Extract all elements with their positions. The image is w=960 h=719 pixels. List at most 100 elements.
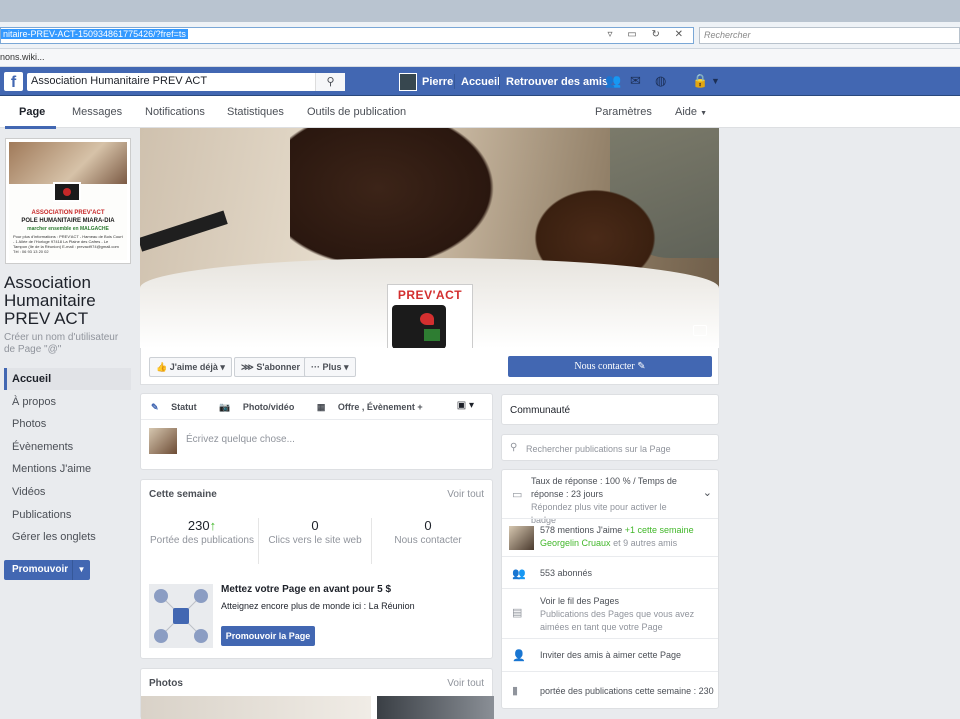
camera-icon: 📷 xyxy=(219,402,231,412)
composer-offer-tab[interactable]: ▦ Offre , Évènement + xyxy=(317,402,433,412)
rss-icon: ⋙ xyxy=(241,362,254,372)
find-friends-link[interactable]: Retrouver des amis xyxy=(506,76,608,88)
bookmark-item[interactable]: nons.wiki... xyxy=(0,52,45,62)
tab-page[interactable]: Page xyxy=(19,106,45,118)
profile-association-text: ASSOCIATION PREV'ACT xyxy=(31,210,105,216)
post-as-selector-icon[interactable]: ▣ ▾ xyxy=(457,400,474,411)
followers-text: 553 abonnés xyxy=(540,568,593,578)
search-icon[interactable]: ⚲ xyxy=(315,73,345,91)
chevron-down-icon[interactable]: ⌄ xyxy=(703,486,712,499)
profile-tagline-text: marcher ensemble en MALGACHE xyxy=(27,226,109,232)
divider xyxy=(499,74,500,89)
cover-photo[interactable]: PREV'ACT xyxy=(140,128,719,348)
sidebar-item-likes[interactable]: Mentions J'aime xyxy=(4,458,131,480)
thumbs-up-icon: 👍 xyxy=(156,362,168,372)
promote-button[interactable]: Promouvoir ▼ xyxy=(4,560,90,580)
facebook-search[interactable]: ⚲ xyxy=(27,73,345,91)
sidebar-item-events[interactable]: Évènements xyxy=(4,436,131,458)
likes-row[interactable]: 578 mentions J'aime +1 cette semaine Geo… xyxy=(502,518,718,556)
this-week-see-all-link[interactable]: Voir tout xyxy=(447,489,484,500)
post-composer: ✎ Statut 📷 Photo/vidéo ▦ Offre , Évèneme… xyxy=(140,393,493,470)
profile-picture-image: ASSOCIATION PREV'ACT POLE HUMANITAIRE MI… xyxy=(9,142,127,260)
photos-see-all-link[interactable]: Voir tout xyxy=(447,678,484,689)
chevron-down-icon: ▾ xyxy=(220,362,225,372)
user-profile-link[interactable]: Pierre xyxy=(399,72,453,91)
speech-bubble-icon: ▭ xyxy=(512,489,523,501)
liker-name-link[interactable]: Georgelin Cruaux xyxy=(540,538,611,548)
like-button-label: J'aime déjà xyxy=(169,362,218,372)
promo-subtitle: Atteignez encore plus de monde ici : La … xyxy=(221,601,415,611)
promotion-network-icon xyxy=(149,584,213,648)
calendar-icon: ▦ xyxy=(316,402,326,412)
stat-reach[interactable]: 230↑ Portée des publications xyxy=(146,518,258,546)
composer-offer-label: Offre , Évènement + xyxy=(337,402,423,412)
facebook-logo-icon[interactable]: f xyxy=(4,72,23,91)
page-action-bar: 👍 J'aime déjà ▾ ⋙ S'abonner ··· Plus ▾ N… xyxy=(140,348,719,385)
pages-feed-row[interactable]: ▤ Voir le fil des Pages Publications des… xyxy=(502,588,718,638)
camera-icon[interactable] xyxy=(693,325,707,336)
community-title: Communauté xyxy=(510,405,571,416)
notifications-globe-icon[interactable]: ◍ xyxy=(655,73,666,89)
cover-logo-text: PREV'ACT xyxy=(397,288,463,302)
chevron-down-icon[interactable]: ▼ xyxy=(72,560,90,580)
tab-messages[interactable]: Messages xyxy=(72,106,122,118)
likes-count: 578 mentions J'aime xyxy=(540,525,623,535)
composer-input[interactable]: Écrivez quelque chose... xyxy=(186,434,295,445)
stat-reach-value: 230 xyxy=(187,518,210,533)
facebook-search-input[interactable] xyxy=(31,75,311,87)
home-link[interactable]: Accueil xyxy=(461,76,500,88)
preact-logo-icon xyxy=(392,305,446,348)
browser-search-field[interactable]: Rechercher xyxy=(699,27,960,44)
sidebar-item-posts[interactable]: Publications xyxy=(4,504,131,526)
contact-us-button[interactable]: Nous contacter ✎ xyxy=(508,356,712,377)
page-posts-search-placeholder: Rechercher publications sur la Page xyxy=(526,444,671,454)
stat-contacts[interactable]: 0 Nous contacter xyxy=(372,518,484,546)
sidebar-item-videos[interactable]: Vidéos xyxy=(4,481,131,503)
pencil-icon: ✎ xyxy=(151,402,159,412)
sidebar-item-home[interactable]: Accueil xyxy=(4,368,131,390)
promote-button-label: Promouvoir xyxy=(12,564,69,575)
create-username-link[interactable]: Créer un nom d'utilisateur de Page "@" xyxy=(4,332,132,356)
followers-row[interactable]: 👥 553 abonnés xyxy=(502,556,718,588)
search-icon: ⚲ xyxy=(510,442,518,453)
chevron-down-icon: ▼ xyxy=(700,110,708,117)
stat-website-clicks[interactable]: 0 Clics vers le site web xyxy=(259,518,371,546)
friend-requests-icon[interactable]: 👥 xyxy=(605,73,621,89)
bar-chart-icon: ▮ xyxy=(512,685,519,697)
tab-help[interactable]: Aide ▼ xyxy=(675,106,707,118)
user-name: Pierre xyxy=(422,75,454,88)
privacy-shortcuts-icon[interactable]: 🔒 xyxy=(692,73,708,89)
page-title[interactable]: Association Humanitaire PREV ACT xyxy=(4,274,132,328)
chevron-down-icon: ▾ xyxy=(344,362,349,372)
invite-friends-row[interactable]: 👤 Inviter des amis à aimer cette Page xyxy=(502,638,718,671)
url-field[interactable]: nitaire-PREV-ACT-150934861775426/?fref=t… xyxy=(0,27,694,44)
sidebar-item-photos[interactable]: Photos xyxy=(4,413,131,435)
page-posts-search[interactable]: ⚲ Rechercher publications sur la Page xyxy=(501,434,719,461)
url-action-icons[interactable]: ▿ ▭ ↻ ✕ xyxy=(607,29,689,40)
profile-picture[interactable]: ASSOCIATION PREV'ACT POLE HUMANITAIRE MI… xyxy=(5,138,131,264)
sidebar-item-about[interactable]: À propos xyxy=(4,391,131,413)
response-rate-value: Taux de réponse : 100 % / Temps de répon… xyxy=(531,476,677,499)
response-rate-row[interactable]: ▭ Taux de réponse : 100 % / Temps de rép… xyxy=(502,470,718,525)
sidebar-item-manage-tabs[interactable]: Gérer les onglets xyxy=(4,526,131,548)
contact-button-label: Nous contacter xyxy=(574,361,635,372)
tab-statistics[interactable]: Statistiques xyxy=(227,106,284,118)
weekly-reach-row[interactable]: ▮ portée des publications cette semaine … xyxy=(502,671,718,709)
composer-toolbar: ✎ Statut 📷 Photo/vidéo ▦ Offre , Évèneme… xyxy=(151,402,443,413)
promote-page-button[interactable]: Promouvoir la Page xyxy=(221,626,315,646)
photo-thumbnail[interactable] xyxy=(141,696,371,719)
messages-icon[interactable]: ✉ xyxy=(630,73,641,89)
pages-feed-title: Voir le fil des Pages xyxy=(540,596,620,606)
this-week-card: Cette semaine Voir tout 230↑ Portée des … xyxy=(140,479,493,659)
like-button[interactable]: 👍 J'aime déjà ▾ xyxy=(149,357,232,377)
follow-button[interactable]: ⋙ S'abonner xyxy=(234,357,307,377)
tab-publishing-tools[interactable]: Outils de publication xyxy=(307,106,406,118)
composer-photo-tab[interactable]: 📷 Photo/vidéo xyxy=(219,402,304,412)
composer-status-tab[interactable]: ✎ Statut xyxy=(151,402,207,412)
tab-settings[interactable]: Paramètres xyxy=(595,106,652,118)
more-button[interactable]: ··· Plus ▾ xyxy=(304,357,356,377)
more-dots-icon: ··· xyxy=(311,362,320,372)
photo-thumbnail[interactable] xyxy=(377,696,494,719)
tab-notifications[interactable]: Notifications xyxy=(145,106,205,118)
account-menu-chevron-icon[interactable]: ▼ xyxy=(711,76,720,86)
